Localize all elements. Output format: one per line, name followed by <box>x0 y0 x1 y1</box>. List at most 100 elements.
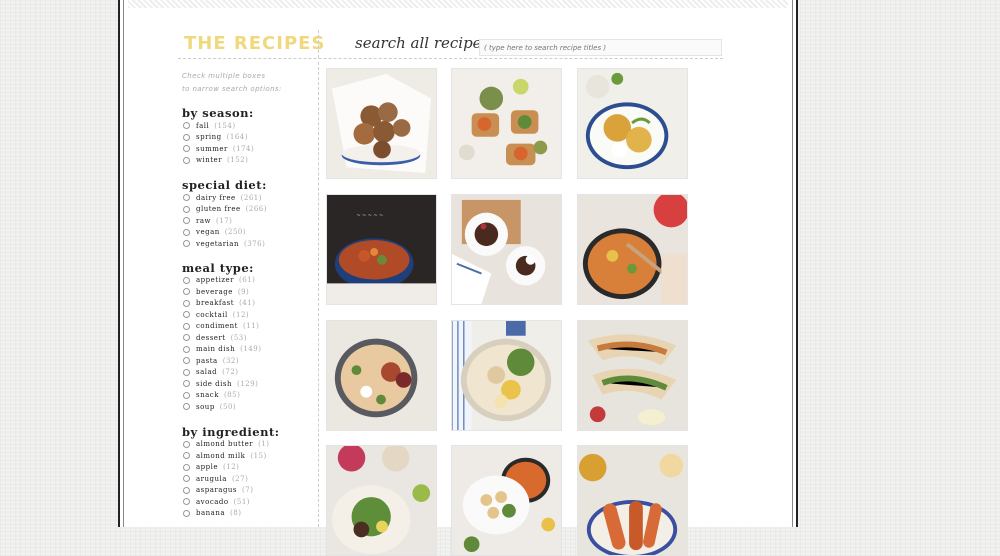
recipe-photo <box>458 78 548 166</box>
thumb-sweet-potato[interactable] <box>577 445 688 556</box>
filter-checkbox[interactable] <box>183 240 190 248</box>
recipe-photo <box>452 199 546 304</box>
thumb-chocolate-cakes[interactable] <box>451 194 562 305</box>
filter-checkbox[interactable] <box>183 509 190 517</box>
filter-option-count: (174) <box>232 144 255 153</box>
filter-option-count: (129) <box>237 379 259 388</box>
filter-option[interactable]: summer (174) <box>182 143 312 155</box>
filter-option[interactable]: almond butter (1) <box>182 439 312 451</box>
thumb-chickpea-salad[interactable] <box>451 320 562 431</box>
filter-checkbox[interactable] <box>183 452 190 460</box>
filter-option[interactable]: cocktail (12) <box>182 309 312 321</box>
filter-option[interactable]: fall (154) <box>182 120 312 132</box>
filter-checkbox[interactable] <box>183 228 190 236</box>
header-divider-line <box>178 58 723 59</box>
filter-checkbox[interactable] <box>183 334 190 342</box>
filter-checkbox[interactable] <box>183 322 190 330</box>
filter-option[interactable]: dairy free (261) <box>182 192 312 204</box>
filter-checkbox[interactable] <box>183 380 190 388</box>
filter-checkbox[interactable] <box>183 133 190 141</box>
filter-option[interactable]: winter (152) <box>182 155 312 167</box>
filter-option[interactable]: asparagus (7) <box>182 485 312 497</box>
filter-option-count: (250) <box>224 228 247 237</box>
thumb-cookies[interactable] <box>326 68 437 179</box>
filter-checkbox[interactable] <box>183 403 190 411</box>
filter-option-label: snack <box>196 391 219 400</box>
page-container: THE RECIPES search all recipes: Check mu… <box>118 0 798 556</box>
recipe-photo <box>585 72 669 170</box>
filter-option-label: main dish <box>196 345 236 354</box>
filter-option-count: (154) <box>214 121 236 130</box>
filter-checkbox[interactable] <box>183 194 190 202</box>
filter-checkbox[interactable] <box>183 486 190 494</box>
thumb-pan-pasta[interactable] <box>577 194 688 305</box>
filter-option[interactable]: gluten free (266) <box>182 204 312 216</box>
filter-option[interactable]: soup (50) <box>182 401 312 413</box>
filter-option-label: arugula <box>196 474 227 483</box>
filter-section-title: meal type: <box>182 260 254 275</box>
filter-option-count: (1) <box>258 440 270 449</box>
filter-checkbox[interactable] <box>183 368 190 376</box>
decorative-top-strip <box>128 0 788 8</box>
filter-option[interactable]: beverage (9) <box>182 286 312 298</box>
filter-checkbox[interactable] <box>183 217 190 225</box>
filter-option[interactable]: dessert (53) <box>182 332 312 344</box>
filter-option[interactable]: breakfast (41) <box>182 298 312 310</box>
filter-option[interactable]: almond milk (15) <box>182 450 312 462</box>
filter-option[interactable]: appetizer (61) <box>182 275 312 287</box>
filter-option[interactable]: salad (72) <box>182 367 312 379</box>
filter-checkbox[interactable] <box>183 122 190 130</box>
filter-checkbox[interactable] <box>183 440 190 448</box>
filter-option[interactable]: vegetarian (376) <box>182 238 312 250</box>
thumb-toasts[interactable] <box>451 68 562 179</box>
filter-option[interactable]: raw (17) <box>182 215 312 227</box>
filter-sidebar: Check multiple boxes to narrow search op… <box>182 70 312 519</box>
filter-checkbox[interactable] <box>183 357 190 365</box>
filter-option-label: vegan <box>196 228 220 237</box>
filter-option[interactable]: apple (12) <box>182 462 312 474</box>
filter-option[interactable]: condiment (11) <box>182 321 312 333</box>
filter-hint-line-2: to narrow search options: <box>182 85 282 93</box>
filter-option-label: salad <box>196 368 218 377</box>
filter-option-label: cocktail <box>196 310 228 319</box>
filter-checkbox[interactable] <box>183 276 190 284</box>
thumb-millet-cakes[interactable] <box>577 68 688 179</box>
filter-checkbox[interactable] <box>183 288 190 296</box>
filter-option[interactable]: arugula (27) <box>182 473 312 485</box>
filter-checkbox[interactable] <box>183 156 190 164</box>
filter-option[interactable]: pasta (32) <box>182 355 312 367</box>
svg-text:~ ~ ~ ~ ~: ~ ~ ~ ~ ~ <box>356 213 383 219</box>
thumb-pasta-bowl[interactable] <box>326 320 437 431</box>
filter-checkbox[interactable] <box>183 475 190 483</box>
filter-option-count: (41) <box>239 299 256 308</box>
search-input[interactable] <box>479 39 722 56</box>
filter-option-label: dairy free <box>196 193 236 202</box>
thumb-chickpea-bowl[interactable] <box>451 445 562 556</box>
filter-option[interactable]: side dish (129) <box>182 378 312 390</box>
filter-checkbox[interactable] <box>183 498 190 506</box>
filter-option[interactable]: snack (85) <box>182 390 312 402</box>
filter-checkbox[interactable] <box>183 205 190 213</box>
filter-checkbox[interactable] <box>183 463 190 471</box>
filter-option[interactable]: main dish (149) <box>182 344 312 356</box>
filter-checkbox[interactable] <box>183 391 190 399</box>
recipe-photo: ~ ~ ~ ~ ~ <box>327 195 436 304</box>
thumb-kale-stew[interactable]: ~ ~ ~ ~ ~ <box>326 194 437 305</box>
recipe-photo <box>334 338 418 418</box>
filter-checkbox[interactable] <box>183 145 190 153</box>
thumb-burrito-bowl[interactable] <box>326 445 437 556</box>
filter-option[interactable]: vegan (250) <box>182 227 312 239</box>
filter-checkbox[interactable] <box>183 299 190 307</box>
filter-option-count: (149) <box>240 345 262 354</box>
recipe-photo <box>331 73 432 174</box>
filter-option[interactable]: spring (164) <box>182 132 312 144</box>
page-title: THE RECIPES <box>184 33 326 54</box>
filter-option-count: (61) <box>239 276 256 285</box>
thumb-tacos[interactable] <box>577 320 688 431</box>
filter-option[interactable]: banana (8) <box>182 508 312 520</box>
filter-option-count: (261) <box>240 193 262 202</box>
filter-checkbox[interactable] <box>183 345 190 353</box>
filter-option[interactable]: avocado (51) <box>182 496 312 508</box>
filter-checkbox[interactable] <box>183 311 190 319</box>
recipe-photo <box>462 457 556 553</box>
